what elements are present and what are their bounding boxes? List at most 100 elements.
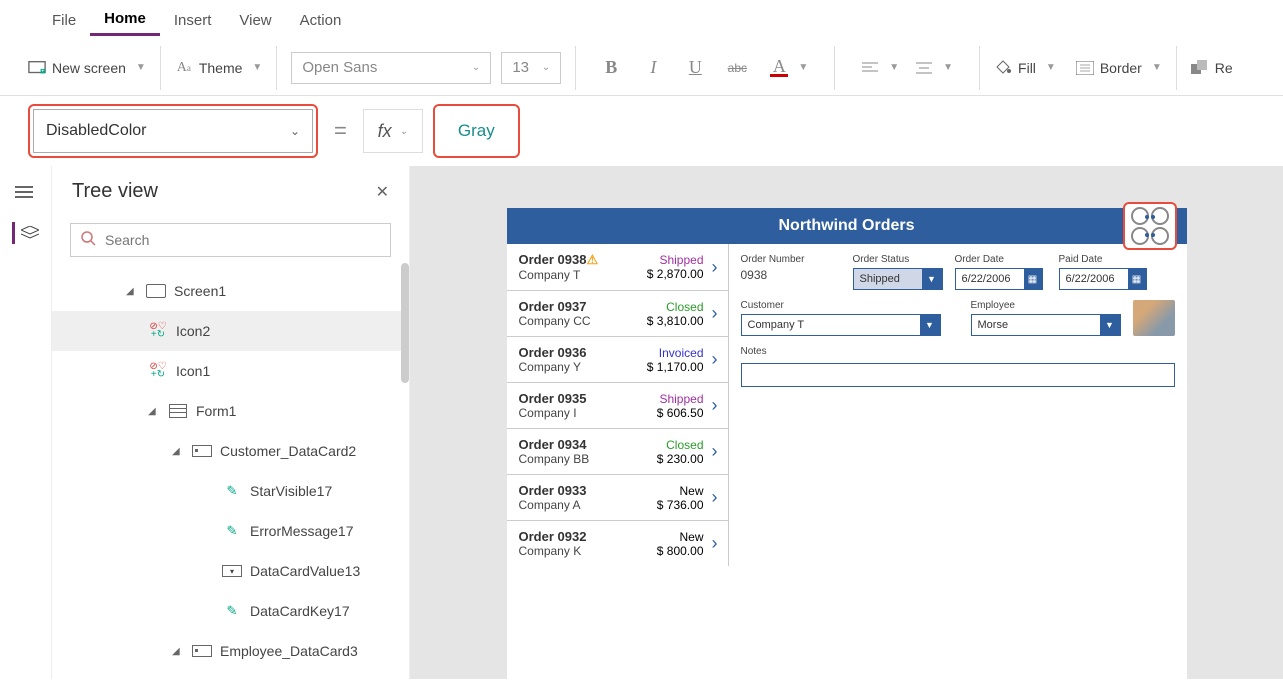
separator [979, 46, 980, 90]
close-icon[interactable]: ✕ [376, 182, 389, 202]
list-item[interactable]: Order 0935 Company I Shipped $ 606.50 › [507, 383, 728, 429]
fill-button[interactable]: Fill ▼ [994, 59, 1056, 77]
menu-home[interactable]: Home [90, 4, 160, 36]
tree-item-datacardkey[interactable]: ✎ DataCardKey17 [52, 591, 409, 631]
search-input[interactable] [105, 232, 380, 248]
customer-dropdown[interactable]: Company T ▼ [741, 314, 941, 336]
chevron-down-icon[interactable]: ▼ [798, 62, 808, 73]
order-amount: $ 3,810.00 [647, 314, 704, 328]
menu-action[interactable]: Action [286, 6, 356, 35]
employee-value: Morse [978, 319, 1009, 331]
tree-item-errormessage[interactable]: ✎ ErrorMessage17 [52, 511, 409, 551]
notes-input[interactable] [741, 363, 1175, 387]
chevron-right-icon: › [712, 349, 718, 370]
chevron-right-icon: › [712, 257, 718, 278]
fill-icon [994, 59, 1012, 77]
new-screen-button[interactable]: + New screen ▼ [28, 59, 146, 77]
tree-view-rail-icon[interactable] [12, 222, 39, 244]
order-status-dropdown[interactable]: Shipped ▼ [853, 268, 943, 290]
caret-icon[interactable]: ◢ [126, 286, 138, 297]
scrollbar[interactable] [401, 263, 409, 383]
bold-icon[interactable]: B [602, 59, 620, 77]
paid-date-picker[interactable]: 6/22/2006 ▦ [1059, 268, 1147, 290]
tree-label: DataCardKey17 [250, 603, 350, 619]
sync-icon: ⊘♡+↻ [148, 323, 168, 339]
handle-icon[interactable] [1151, 207, 1169, 225]
separator [276, 46, 277, 90]
strikethrough-icon[interactable]: abc [728, 59, 746, 77]
property-name: DisabledColor [46, 122, 147, 140]
chevron-down-icon[interactable]: ▼ [889, 62, 899, 73]
tree-item-form1[interactable]: ◢ Form1 [52, 391, 409, 431]
order-amount: $ 800.00 [657, 544, 704, 558]
font-dropdown[interactable]: Open Sans ⌄ [291, 52, 491, 84]
handle-icon[interactable] [1131, 207, 1149, 225]
font-color-icon[interactable]: A [770, 59, 788, 77]
paid-date-label: Paid Date [1059, 254, 1151, 265]
order-number: Order 0938 [519, 252, 587, 267]
tree-label: StarVisible17 [250, 483, 332, 499]
employee-label: Employee [971, 300, 1121, 311]
menu-insert[interactable]: Insert [160, 6, 226, 35]
tree-search[interactable] [70, 223, 391, 257]
tree-item-icon2[interactable]: ⊘♡+↻ Icon2 [52, 311, 409, 351]
tree-item-employee-card[interactable]: ◢ Employee_DataCard3 [52, 631, 409, 671]
app-body: Order 0938⚠ Company T Shipped $ 2,870.00… [507, 244, 1187, 566]
employee-dropdown[interactable]: Morse ▼ [971, 314, 1121, 336]
property-dropdown[interactable]: DisabledColor ⌄ [33, 109, 313, 153]
menu-file[interactable]: File [38, 6, 90, 35]
menu-view[interactable]: View [225, 6, 285, 35]
svg-text:+: + [41, 68, 44, 74]
tree-item-datacardvalue[interactable]: ▾ DataCardValue13 [52, 551, 409, 591]
order-status: Shipped [647, 253, 704, 267]
equals-sign: = [334, 118, 347, 144]
chevron-down-icon: ▼ [136, 62, 146, 73]
border-label: Border [1100, 60, 1142, 76]
list-item[interactable]: Order 0936 Company Y Invoiced $ 1,170.00… [507, 337, 728, 383]
order-number: Order 0936 [519, 345, 647, 360]
caret-icon[interactable]: ◢ [172, 646, 184, 657]
italic-icon[interactable]: I [644, 59, 662, 77]
left-rail [0, 166, 52, 679]
handle-icon[interactable] [1151, 227, 1169, 245]
theme-button[interactable]: Aa Theme ▼ [175, 59, 262, 77]
list-item[interactable]: Order 0933 Company A New $ 736.00 › [507, 475, 728, 521]
formula-input[interactable]: Gray [438, 109, 515, 153]
tree-item-customer-card[interactable]: ◢ Customer_DataCard2 [52, 431, 409, 471]
reorder-button[interactable]: Re [1191, 59, 1233, 77]
order-date-picker[interactable]: 6/22/2006 ▦ [955, 268, 1043, 290]
hamburger-icon[interactable] [15, 186, 37, 204]
align-icon[interactable] [861, 59, 879, 77]
order-status: New [657, 530, 704, 544]
list-item[interactable]: Order 0934 Company BB Closed $ 230.00 › [507, 429, 728, 475]
tree-item-icon1[interactable]: ⊘♡+↻ Icon1 [52, 351, 409, 391]
separator [575, 46, 576, 90]
list-item[interactable]: Order 0937 Company CC Closed $ 3,810.00 … [507, 291, 728, 337]
property-highlight: DisabledColor ⌄ [28, 104, 318, 158]
caret-icon[interactable]: ◢ [148, 406, 160, 417]
separator [160, 46, 161, 90]
chevron-down-icon: ⌄ [290, 124, 300, 138]
valign-icon[interactable] [915, 59, 933, 77]
list-item[interactable]: Order 0938⚠ Company T Shipped $ 2,870.00… [507, 244, 728, 291]
selected-icon-overlay[interactable] [1123, 202, 1177, 250]
tree-item-screen1[interactable]: ◢ Screen1 [52, 271, 409, 311]
search-icon [81, 231, 97, 250]
list-item[interactable]: Order 0932 Company K New $ 800.00 › [507, 521, 728, 566]
separator [834, 46, 835, 90]
tree-label: Customer_DataCard2 [220, 443, 356, 459]
fx-button[interactable]: fx ⌄ [363, 109, 423, 153]
chevron-down-icon: ▼ [1152, 62, 1162, 73]
chevron-down-icon[interactable]: ▼ [943, 62, 953, 73]
border-button[interactable]: Border ▼ [1076, 59, 1162, 77]
chevron-right-icon: › [712, 487, 718, 508]
chevron-down-icon: ⌄ [400, 126, 408, 137]
font-size-dropdown[interactable]: 13 ⌄ [501, 52, 561, 84]
notes-label: Notes [741, 346, 1175, 357]
caret-icon[interactable]: ◢ [172, 446, 184, 457]
tree-item-starvisible[interactable]: ✎ StarVisible17 [52, 471, 409, 511]
handle-icon[interactable] [1131, 227, 1149, 245]
app-preview: Northwind Orders Order 0938⚠ Company T [507, 208, 1187, 679]
datacard-icon [192, 443, 212, 459]
underline-icon[interactable]: U [686, 59, 704, 77]
